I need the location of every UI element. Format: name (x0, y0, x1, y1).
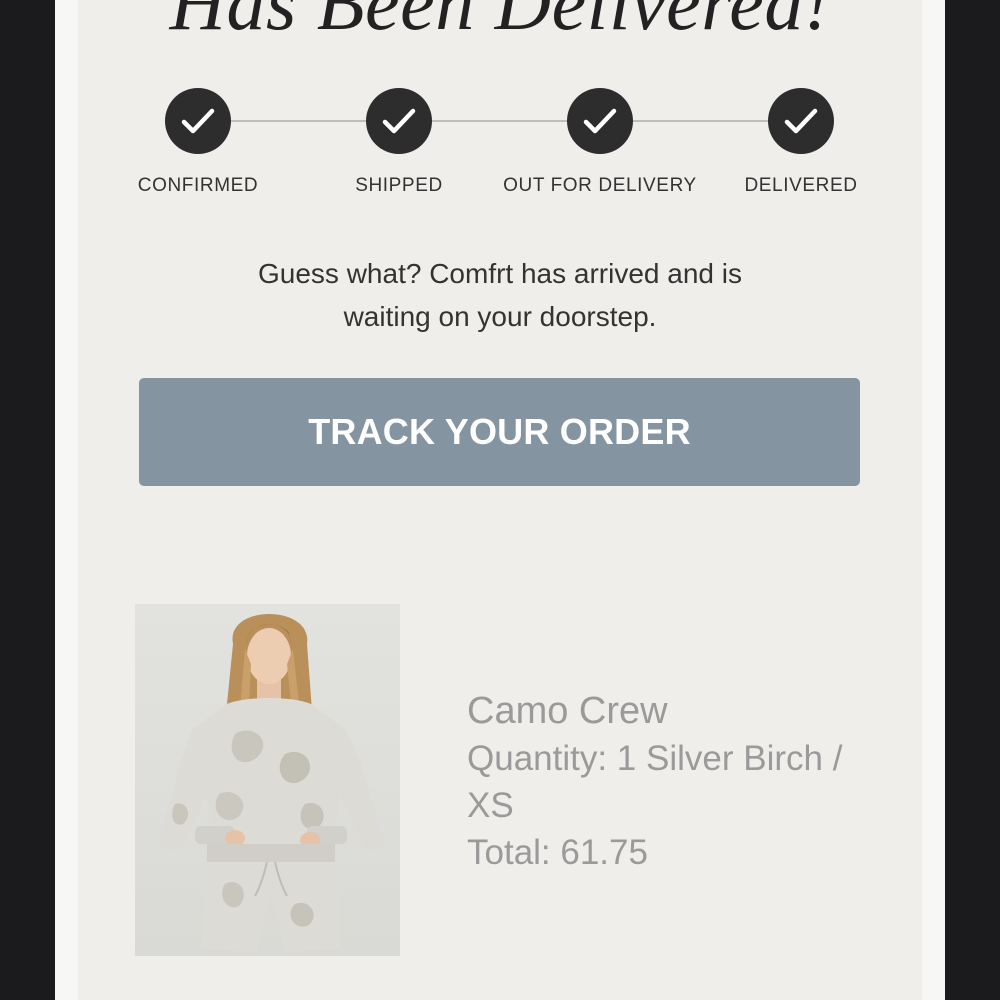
track-order-button[interactable]: TRACK YOUR ORDER (139, 378, 860, 486)
product-image[interactable] (135, 604, 400, 956)
email-body: Has Been Delivered! CONFIRMED SHIPPED OU… (78, 0, 922, 1000)
message-line-2: waiting on your doorstep. (343, 301, 657, 332)
step-label-shipped: SHIPPED (355, 175, 443, 196)
check-icon (583, 108, 617, 134)
product-name[interactable]: Camo Crew (467, 688, 867, 735)
product-photo-illustration (157, 614, 385, 952)
step-shipped-status (366, 88, 432, 154)
message-line-1: Guess what? Comfrt has arrived and is (258, 258, 742, 289)
progress-connector (231, 120, 368, 122)
check-icon (382, 108, 416, 134)
product-quantity-variant: Quantity: 1 Silver Birch / (467, 739, 843, 778)
step-label-confirmed: CONFIRMED (137, 175, 259, 196)
step-label-out-for-delivery: OUT FOR DELIVERY (503, 175, 697, 196)
progress-connector (432, 120, 568, 122)
product-details: Camo Crew Quantity: 1 Silver Birch / XS … (467, 688, 867, 876)
check-icon (784, 108, 818, 134)
step-delivered-status (768, 88, 834, 154)
progress-connector (633, 120, 769, 122)
step-out-for-delivery-status (567, 88, 633, 154)
step-confirmed-status (165, 88, 231, 154)
step-label-delivered: DELIVERED (744, 175, 858, 196)
product-size: XS (467, 786, 514, 825)
check-icon (181, 108, 215, 134)
delivery-message: Guess what? Comfrt has arrived and is wa… (78, 252, 922, 338)
product-total: Total: 61.75 (467, 833, 648, 872)
headline: Has Been Delivered! (169, 0, 831, 46)
